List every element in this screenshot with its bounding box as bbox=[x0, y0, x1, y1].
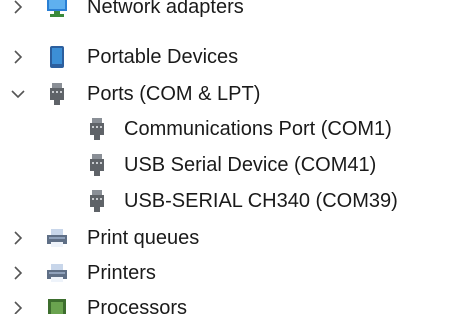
chevron-right-icon[interactable] bbox=[10, 265, 26, 281]
tree-leaf-com39[interactable]: USB-SERIAL CH340 (COM39) bbox=[0, 184, 449, 218]
chevron-right-icon[interactable] bbox=[10, 49, 26, 65]
device-tree: Network adapters Portable Devices Ports … bbox=[0, 0, 449, 314]
tree-node-label: Portable Devices bbox=[87, 46, 239, 68]
tree-node-label: Communications Port (COM1) bbox=[124, 118, 392, 140]
tree-leaf-com1[interactable]: Communications Port (COM1) bbox=[0, 112, 449, 146]
port-connector-icon bbox=[90, 190, 104, 212]
tree-node-label: USB Serial Device (COM41) bbox=[124, 154, 377, 176]
chevron-right-icon[interactable] bbox=[10, 300, 26, 314]
tree-node-label: Network adapters bbox=[87, 0, 244, 18]
tree-node-label: USB-SERIAL CH340 (COM39) bbox=[124, 190, 398, 212]
tree-node-ports[interactable]: Ports (COM & LPT) bbox=[0, 77, 449, 111]
chevron-down-icon[interactable] bbox=[10, 86, 26, 102]
tree-node-printers[interactable]: Printers bbox=[0, 256, 449, 290]
chevron-right-icon[interactable] bbox=[10, 230, 26, 246]
port-connector-icon bbox=[90, 118, 104, 140]
portable-device-icon bbox=[50, 46, 64, 68]
tree-node-label: Processors bbox=[87, 297, 188, 314]
chevron-right-icon[interactable] bbox=[10, 0, 26, 15]
processor-chip-icon bbox=[48, 299, 66, 314]
printer-icon bbox=[47, 229, 67, 247]
tree-leaf-com41[interactable]: USB Serial Device (COM41) bbox=[0, 148, 449, 182]
port-connector-icon bbox=[50, 83, 64, 105]
tree-node-processors[interactable]: Processors bbox=[0, 291, 449, 314]
printer-icon bbox=[47, 264, 67, 282]
tree-node-label: Print queues bbox=[87, 227, 200, 249]
tree-node-portable-devices[interactable]: Portable Devices bbox=[0, 40, 449, 74]
tree-node-network-adapters[interactable]: Network adapters bbox=[0, 0, 449, 24]
tree-node-label: Printers bbox=[87, 262, 156, 284]
network-adapter-icon bbox=[47, 0, 67, 17]
tree-node-print-queues[interactable]: Print queues bbox=[0, 221, 449, 255]
port-connector-icon bbox=[90, 154, 104, 176]
tree-node-label: Ports (COM & LPT) bbox=[87, 83, 261, 105]
